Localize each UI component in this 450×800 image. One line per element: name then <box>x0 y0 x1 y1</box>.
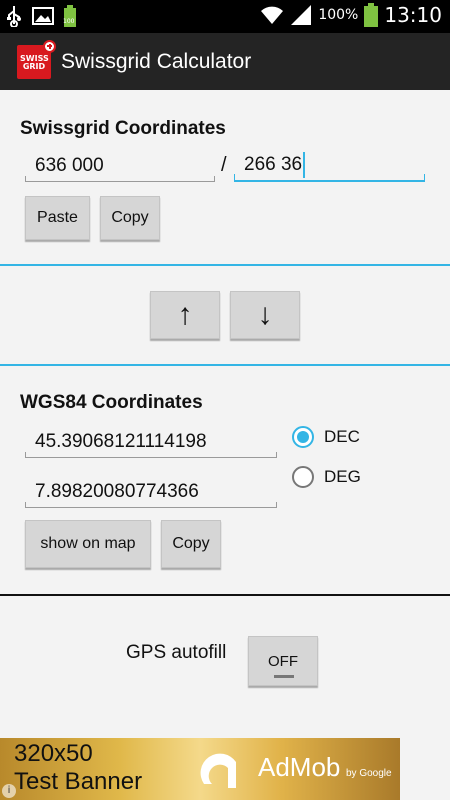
swissgrid-section: Swissgrid Coordinates 636 000 / 266 36 P… <box>0 90 450 264</box>
status-bar: 100 100% 13:10 <box>0 0 450 33</box>
text-cursor <box>303 152 306 178</box>
signal-icon <box>291 5 312 25</box>
ad-banner[interactable]: 320x50 Test Banner AdMob by Google i <box>0 738 400 800</box>
convert-section: ↑ ↓ <box>0 266 450 364</box>
longitude-input[interactable]: 7.89820080774366 <box>25 476 277 508</box>
battery-small-icon: 100 <box>63 5 76 27</box>
radio-deg-unselected-icon <box>292 466 314 488</box>
wifi-icon <box>261 6 284 24</box>
convert-up-button[interactable]: ↑ <box>150 291 220 339</box>
image-icon <box>32 7 54 25</box>
banner-text: 320x50 Test Banner <box>14 740 142 796</box>
longitude-value: 7.89820080774366 <box>35 480 199 502</box>
battery-percent: 100% <box>318 7 359 23</box>
info-icon[interactable]: i <box>2 784 16 798</box>
latitude-value: 45.39068121114198 <box>35 430 207 452</box>
swissgrid-x-input[interactable]: 636 000 <box>25 150 215 182</box>
section-divider <box>0 594 450 596</box>
clock: 13:10 <box>384 3 442 27</box>
gps-autofill-label: GPS autofill <box>126 642 227 663</box>
admob-logo-icon <box>200 753 236 788</box>
wgs84-title: WGS84 Coordinates <box>20 392 203 413</box>
app-logo-icon[interactable]: SWISS GRID <box>17 39 56 79</box>
radio-dec-selected-icon <box>292 426 314 448</box>
usb-icon <box>7 6 21 27</box>
swissgrid-y-value: 266 36 <box>244 154 303 175</box>
swissgrid-x-value: 636 000 <box>35 154 104 176</box>
swissgrid-title: Swissgrid Coordinates <box>20 118 226 139</box>
copy-wgs84-button[interactable]: Copy <box>161 520 221 568</box>
toggle-state-label: OFF <box>268 652 298 670</box>
show-on-map-button[interactable]: show on map <box>25 520 151 568</box>
gps-autofill-toggle[interactable]: OFF <box>248 636 318 686</box>
copy-swissgrid-button[interactable]: Copy <box>100 196 160 240</box>
admob-by-google: by Google <box>346 768 392 779</box>
admob-brand: AdMob <box>258 752 341 782</box>
wgs84-section: WGS84 Coordinates 45.39068121114198 7.89… <box>0 366 450 594</box>
swissgrid-y-input[interactable]: 266 36 <box>234 150 425 182</box>
latitude-input[interactable]: 45.39068121114198 <box>25 426 277 458</box>
app-title: Swissgrid Calculator <box>61 49 252 73</box>
battery-icon <box>364 3 379 27</box>
toggle-indicator <box>274 675 294 678</box>
convert-down-button[interactable]: ↓ <box>230 291 300 339</box>
coordinate-separator: / <box>221 154 227 176</box>
logo-text: SWISS GRID <box>20 53 49 71</box>
radio-deg[interactable]: DEG <box>292 466 361 488</box>
banner-subtitle: Test Banner <box>14 768 143 795</box>
paste-button[interactable]: Paste <box>25 196 90 240</box>
radio-dec[interactable]: DEC <box>292 426 360 448</box>
banner-size-text: 320x50 <box>14 740 93 767</box>
action-bar: SWISS GRID Swissgrid Calculator <box>0 33 450 90</box>
radio-deg-label: DEG <box>324 467 361 486</box>
plus-badge-icon <box>43 39 56 53</box>
radio-dec-label: DEC <box>324 427 360 446</box>
